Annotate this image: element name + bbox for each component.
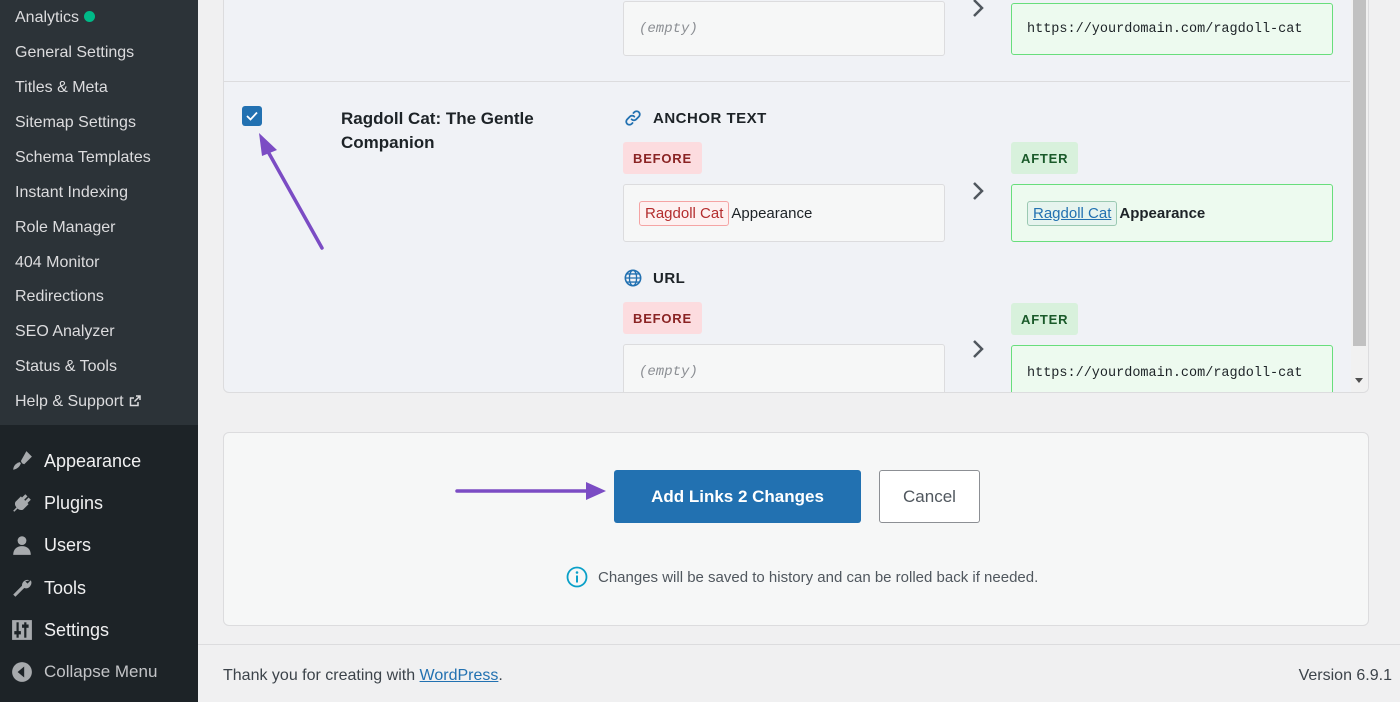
added-link-highlight[interactable]: Ragdoll Cat: [1027, 200, 1118, 226]
submenu-item-redirections[interactable]: Redirections: [15, 288, 104, 306]
menu-item-plugins[interactable]: Plugins: [0, 483, 198, 523]
removed-anchor-highlight: Ragdoll Cat: [639, 200, 730, 226]
menu-item-settings[interactable]: Settings: [0, 610, 198, 650]
checkmark-icon: [246, 111, 258, 121]
before-url-value: (empty): [639, 20, 698, 37]
submenu-item-general-settings[interactable]: General Settings: [15, 44, 134, 62]
after-url-value: https://yourdomain.com/ragdoll-cat: [1027, 365, 1303, 381]
scrollbar-thumb[interactable]: [1353, 0, 1366, 346]
after-badge: AFTER: [1011, 303, 1079, 335]
settings-icon: [0, 619, 44, 641]
submenu-item-role-manager[interactable]: Role Manager: [15, 219, 116, 237]
before-url-box: (empty): [623, 1, 945, 56]
wrench-icon: [0, 577, 44, 599]
submenu-item-instant-indexing[interactable]: Instant Indexing: [15, 184, 128, 202]
add-links-button[interactable]: Add Links 2 Changes: [614, 470, 861, 523]
history-note: Changes will be saved to history and can…: [566, 566, 1038, 588]
wordpress-link[interactable]: WordPress: [420, 667, 499, 684]
submenu-item-schema-templates[interactable]: Schema Templates: [15, 149, 151, 167]
cancel-button[interactable]: Cancel: [879, 470, 980, 523]
footer-version: Version 6.9.1: [1298, 667, 1392, 684]
paintbrush-icon: [0, 450, 44, 472]
link-icon: [623, 108, 643, 128]
before-badge: BEFORE: [623, 302, 702, 334]
after-url-box: https://yourdomain.com/ragdoll-cat: [1011, 345, 1333, 392]
anchor-text-heading: ANCHOR TEXT: [623, 108, 767, 128]
post-title: Ragdoll Cat: The Gentle Companion: [341, 109, 534, 152]
before-url-value: (empty): [639, 364, 698, 380]
external-link-icon: [129, 394, 141, 412]
menu-label: Appearance: [44, 450, 142, 471]
submenu-label: Help & Support: [15, 393, 124, 410]
collapse-icon: [0, 661, 44, 683]
admin-sidebar: Analytics General Settings Titles & Meta…: [0, 0, 198, 702]
user-icon: [0, 534, 44, 556]
section-heading-label: ANCHOR TEXT: [653, 109, 767, 127]
before-badge: BEFORE: [623, 142, 702, 174]
menu-label: Plugins: [44, 492, 104, 513]
footer-thanks-suffix: .: [498, 667, 503, 684]
submenu-item-seo-analyzer[interactable]: SEO Analyzer: [15, 323, 115, 341]
submenu-item-analytics[interactable]: Analytics: [15, 9, 96, 27]
actions-card: Add Links 2 Changes Cancel Changes will …: [223, 432, 1369, 626]
after-anchor-box: Ragdoll Cat Appearance: [1011, 184, 1333, 242]
scrollbar[interactable]: [1351, 0, 1368, 392]
submenu-label: Analytics: [15, 9, 80, 26]
after-url-box: https://yourdomain.com/ragdoll-cat: [1011, 3, 1333, 55]
collapse-menu-button[interactable]: Collapse Menu: [0, 652, 198, 692]
menu-label: Collapse Menu: [44, 662, 158, 681]
footer-divider: [198, 644, 1400, 645]
submenu-item-help-support[interactable]: Help & Support: [15, 393, 141, 412]
history-note-text: Changes will be saved to history and can…: [598, 568, 1039, 586]
plugin-icon: [0, 492, 44, 514]
chevron-right-icon: [973, 340, 984, 358]
menu-item-appearance[interactable]: Appearance: [0, 441, 198, 481]
footer-thanks-prefix: Thank you for creating with: [223, 667, 420, 684]
main-content: (empty) https://yourdomain.com/ragdoll-c…: [198, 0, 1400, 702]
menu-item-tools[interactable]: Tools: [0, 568, 198, 608]
section-heading-label: URL: [653, 269, 686, 287]
globe-icon: [623, 268, 643, 288]
menu-label: Users: [44, 534, 92, 555]
chevron-right-icon: [973, 182, 984, 200]
rank-math-submenu: Analytics General Settings Titles & Meta…: [0, 0, 198, 425]
info-icon: [566, 566, 588, 588]
before-anchor-box: Ragdoll Cat Appearance: [623, 184, 945, 242]
menu-item-users[interactable]: Users: [0, 525, 198, 565]
changes-preview-card: (empty) https://yourdomain.com/ragdoll-c…: [223, 0, 1369, 393]
submenu-item-sitemap-settings[interactable]: Sitemap Settings: [15, 114, 136, 132]
submenu-item-status-tools[interactable]: Status & Tools: [15, 358, 117, 376]
status-dot-icon: [84, 11, 96, 22]
after-url-value: https://yourdomain.com/ragdoll-cat: [1027, 21, 1303, 37]
row-divider: [224, 81, 1350, 82]
menu-label: Settings: [44, 619, 110, 640]
url-heading: URL: [623, 268, 685, 288]
before-url-box: (empty): [623, 344, 945, 392]
submenu-item-404-monitor[interactable]: 404 Monitor: [15, 254, 100, 272]
before-anchor-rest: Appearance: [731, 204, 813, 222]
after-badge: AFTER: [1011, 142, 1079, 174]
submenu-item-titles-meta[interactable]: Titles & Meta: [15, 79, 108, 97]
after-anchor-rest: Appearance: [1119, 204, 1206, 222]
menu-label: Tools: [44, 577, 87, 598]
chevron-right-icon: [973, 0, 984, 17]
item-checkbox[interactable]: [242, 106, 262, 126]
scroll-down-icon[interactable]: [1355, 378, 1363, 383]
footer-thanks: Thank you for creating with WordPress.: [223, 667, 503, 685]
